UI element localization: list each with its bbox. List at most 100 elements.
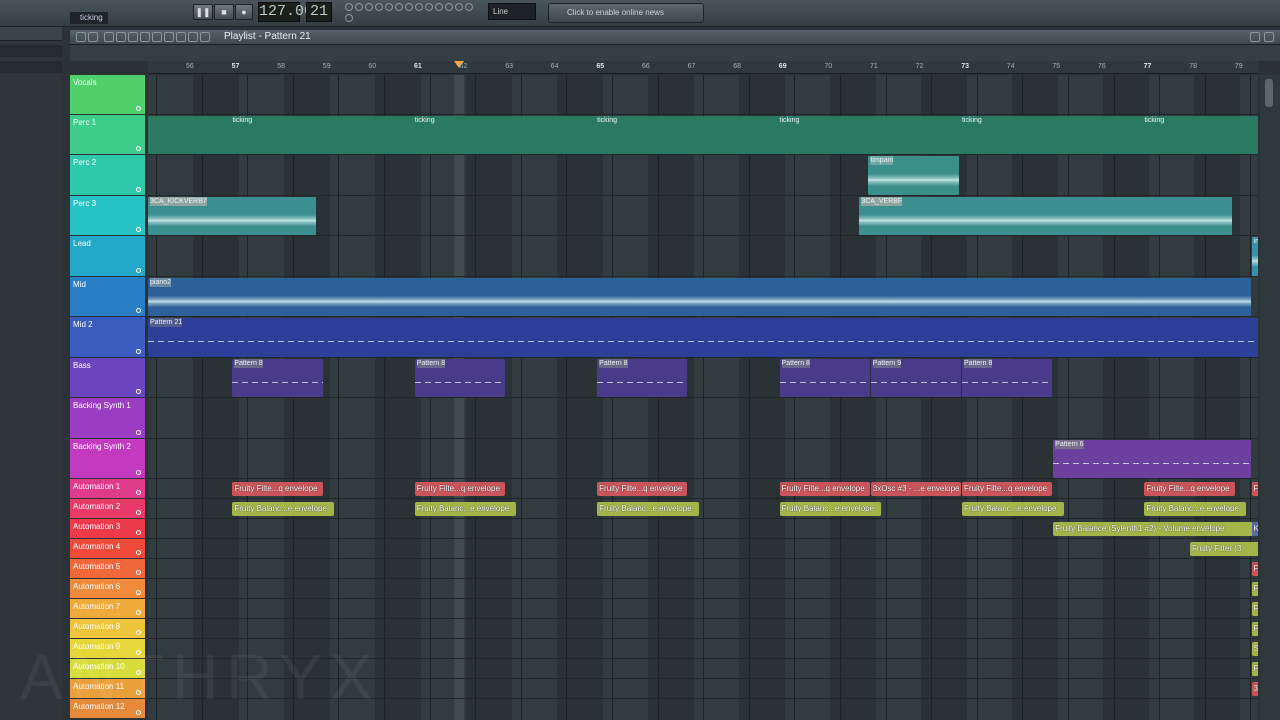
track-mute-icon[interactable] xyxy=(136,308,141,313)
track-mute-icon[interactable] xyxy=(136,490,141,495)
track-mute-icon[interactable] xyxy=(136,146,141,151)
playlist-clip[interactable]: Fruity Filte...q envelope xyxy=(779,482,870,496)
track-mute-icon[interactable] xyxy=(136,570,141,575)
pattern-number-display[interactable]: 21 xyxy=(306,2,332,22)
track-header-3[interactable]: Perc 2 xyxy=(70,155,145,195)
playlist-clip[interactable]: 3xOs xyxy=(1251,682,1258,696)
metronome-icon[interactable] xyxy=(355,3,363,11)
playlist-clip[interactable]: Pattern 6 xyxy=(1053,440,1251,478)
playlist-clip[interactable]: Fruity Filte...q envelope xyxy=(961,482,1053,496)
countdown-icon[interactable] xyxy=(415,3,423,11)
playlist-clip[interactable]: Frui xyxy=(1251,562,1258,576)
playlist-clip[interactable]: Syle xyxy=(1251,642,1258,656)
playlist-clip[interactable]: Fruity Balanc...e envelope xyxy=(597,502,699,516)
playlist-clip[interactable]: Frui xyxy=(1251,622,1258,636)
playlist-clip[interactable]: Fruity Balanc...e envelope xyxy=(414,502,517,516)
track-mute-icon[interactable] xyxy=(136,530,141,535)
playlist-clip[interactable]: Pattern 8 xyxy=(232,359,323,397)
playlist-grid[interactable]: ticking ticking ticking ticking ticking ticki… xyxy=(148,75,1258,720)
track-header-5[interactable]: Lead xyxy=(70,236,145,276)
playlist-clip[interactable]: Fruity Balanc...e envelope xyxy=(232,502,334,516)
vertical-scroll-thumb[interactable] xyxy=(1265,79,1273,107)
browser-row[interactable] xyxy=(0,61,62,73)
track-header-6[interactable]: Mid xyxy=(70,277,145,316)
piano-roll-icon[interactable] xyxy=(445,3,453,11)
track-mute-icon[interactable] xyxy=(136,590,141,595)
track-header-7[interactable]: Mid 2 xyxy=(70,317,145,357)
playlist-clip[interactable]: Fruity Filte...q envelope xyxy=(232,482,323,496)
blend-icon[interactable] xyxy=(395,3,403,11)
playlist-clip[interactable]: Frui xyxy=(1251,482,1258,496)
track-mute-icon[interactable] xyxy=(136,268,141,273)
playlist-clip[interactable]: piano2 xyxy=(148,278,1251,316)
track-header-12[interactable]: Automation 2 xyxy=(70,499,145,518)
track-mute-icon[interactable] xyxy=(136,187,141,192)
playlist-clip[interactable]: Pattern 8 xyxy=(961,359,1053,397)
step-edit-icon[interactable] xyxy=(365,3,373,11)
playlist-clip[interactable]: Fruity Balanc...e envelope xyxy=(779,502,882,516)
record-button[interactable]: ● xyxy=(235,4,253,20)
playlist-clip[interactable]: Pattern 21 xyxy=(148,318,1258,357)
playlist-clip[interactable]: Kar xyxy=(1251,522,1258,536)
mute-icon[interactable] xyxy=(140,32,150,42)
wait-icon[interactable] xyxy=(405,3,413,11)
zoom-icon[interactable] xyxy=(176,32,186,42)
pause-button[interactable]: ❚❚ xyxy=(193,4,213,20)
track-header-18[interactable]: Automation 8 xyxy=(70,619,145,638)
track-header-9[interactable]: Backing Synth 1 xyxy=(70,398,145,438)
slice-icon[interactable] xyxy=(152,32,162,42)
select-icon[interactable] xyxy=(164,32,174,42)
playlist-clip[interactable]: 3CA_KICKVERB7 xyxy=(148,197,316,235)
playlist-clip[interactable]: Fruity Balance (Sylenth1 #2) - Volume en… xyxy=(1053,522,1253,536)
playlist-clip[interactable]: 3xOsc #3 - ...e envelope xyxy=(870,482,961,496)
playlist-clip[interactable]: Fruity Balanc...e envelope xyxy=(961,502,1064,516)
track-mute-icon[interactable] xyxy=(136,510,141,515)
track-mute-icon[interactable] xyxy=(136,470,141,475)
record-mode-icon[interactable] xyxy=(345,3,353,11)
track-header-10[interactable]: Backing Synth 2 xyxy=(70,439,145,478)
track-header-15[interactable]: Automation 5 xyxy=(70,559,145,578)
channel-rack-icon[interactable] xyxy=(455,3,463,11)
track-mute-icon[interactable] xyxy=(136,610,141,615)
playlist-clip[interactable]: Pattern 9 xyxy=(870,359,961,397)
playlist-clip[interactable]: Pattern 8 xyxy=(779,359,870,397)
playlist-clip[interactable]: Fruity Filte...q envelope xyxy=(414,482,505,496)
mixer-icon[interactable] xyxy=(465,3,473,11)
overdub-icon[interactable] xyxy=(425,3,433,11)
track-header-4[interactable]: Perc 3 xyxy=(70,196,145,235)
loop-icon[interactable] xyxy=(375,3,383,11)
window-close-icon[interactable] xyxy=(1264,32,1274,42)
track-header-16[interactable]: Automation 6 xyxy=(70,579,145,598)
track-header-8[interactable]: Bass xyxy=(70,358,145,397)
delete-icon[interactable] xyxy=(128,32,138,42)
browser-icon[interactable] xyxy=(345,14,353,22)
track-mute-icon[interactable] xyxy=(136,430,141,435)
playlist-clip[interactable]: Frui xyxy=(1251,662,1258,676)
online-news-bar[interactable]: Click to enable online news xyxy=(548,3,704,23)
snap-icon[interactable] xyxy=(385,3,393,11)
menu-icon[interactable] xyxy=(76,32,86,42)
playback-icon[interactable] xyxy=(188,32,198,42)
track-header-2[interactable]: Perc 1 xyxy=(70,115,145,154)
track-mute-icon[interactable] xyxy=(136,550,141,555)
timeline-ruler[interactable]: 56 57 58 59 60 61 62 63 64 65 66 67 68 69 70 71 72 73 74 75… xyxy=(148,61,1258,74)
tempo-display[interactable]: 127.000 xyxy=(258,2,322,22)
playlist-clip[interactable]: 3CA_VERBF xyxy=(859,197,1233,235)
playlist-clip[interactable]: Fruity Filte...q envelope xyxy=(597,482,688,496)
track-mute-icon[interactable] xyxy=(136,389,141,394)
window-maximize-icon[interactable] xyxy=(1250,32,1260,42)
playlist-clip[interactable]: Pattern 8 xyxy=(414,359,505,397)
track-header-11[interactable]: Automation 1 xyxy=(70,479,145,498)
browser-row[interactable] xyxy=(0,45,62,57)
toolbar-icon-grid[interactable] xyxy=(345,3,480,23)
playlist-clip[interactable]: Fruity Balanc...e envelope xyxy=(1144,502,1246,516)
playlist-clip[interactable]: intro xyxy=(1251,237,1258,276)
track-header-1[interactable]: Vocals xyxy=(70,75,145,114)
track-mute-icon[interactable] xyxy=(136,349,141,354)
playlist-icon[interactable] xyxy=(435,3,443,11)
brush-icon[interactable] xyxy=(116,32,126,42)
pencil-icon[interactable] xyxy=(104,32,114,42)
track-header-13[interactable]: Automation 3 xyxy=(70,519,145,538)
track-header-17[interactable]: Automation 7 xyxy=(70,599,145,618)
vertical-scrollbar[interactable] xyxy=(1260,75,1280,720)
